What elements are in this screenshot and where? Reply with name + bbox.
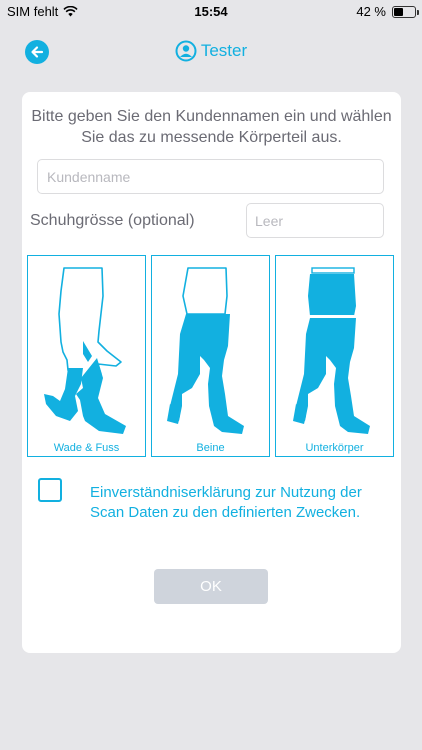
body-part-label: Unterkörper	[305, 442, 364, 454]
consent-text: Einverständniserklärung zur Nutzung der …	[90, 484, 362, 521]
intro-text: Bitte geben Sie den Kundennamen ein und …	[31, 108, 392, 146]
body-part-selector: Wade & Fuss Beine Unterkörper	[27, 255, 395, 457]
battery-percent: 42 %	[356, 4, 386, 19]
user-circle-icon	[175, 40, 197, 62]
consent-checkbox[interactable]	[38, 478, 62, 502]
body-part-legs[interactable]: Beine	[151, 255, 270, 457]
body-part-calf-foot[interactable]: Wade & Fuss	[27, 255, 146, 457]
nav-title-label: Tester	[200, 41, 248, 60]
lower-body-icon	[293, 267, 370, 434]
shoe-size-input[interactable]	[246, 203, 384, 238]
ok-button[interactable]: OK	[154, 569, 268, 604]
calf-foot-icon	[44, 267, 126, 434]
body-part-lower-body[interactable]: Unterkörper	[275, 255, 394, 457]
form-card: Bitte geben Sie den Kundennamen ein und …	[22, 92, 401, 653]
status-bar: SIM fehlt 15:54 42 %	[0, 0, 422, 22]
body-part-label: Beine	[196, 442, 225, 454]
customer-name-input[interactable]	[37, 159, 384, 194]
nav-bar: Tester	[0, 34, 422, 70]
battery-icon	[392, 5, 419, 18]
shoe-size-label: Schuhgrösse (optional)	[30, 212, 195, 229]
battery-info: 42 %	[356, 4, 419, 19]
legs-icon	[167, 267, 244, 434]
nav-title[interactable]: Tester	[0, 40, 422, 62]
body-part-label: Wade & Fuss	[53, 442, 120, 454]
